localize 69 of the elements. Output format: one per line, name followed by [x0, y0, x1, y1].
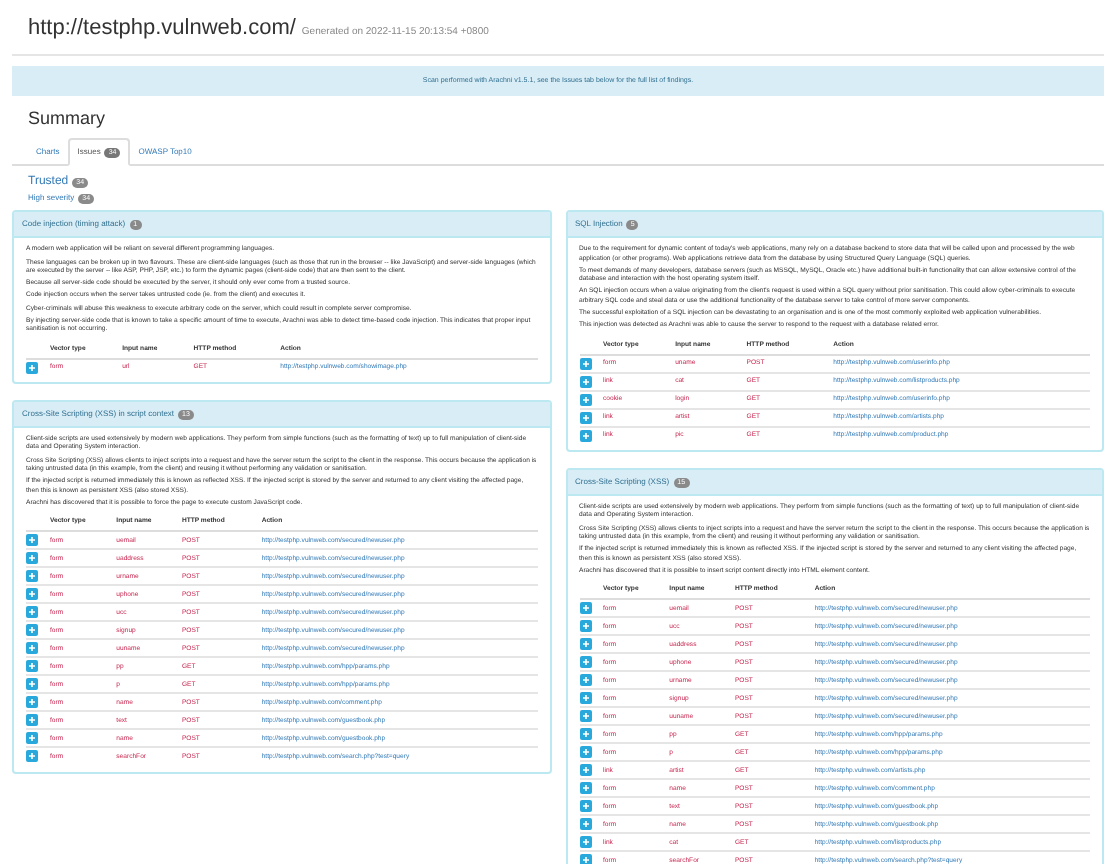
expand-button[interactable] [579, 692, 591, 705]
expand-button[interactable] [579, 638, 591, 651]
plus-icon [581, 413, 589, 422]
plus-icon [28, 716, 36, 725]
plus-icon [581, 431, 589, 440]
expand-button[interactable] [579, 620, 591, 633]
expand-button[interactable] [579, 357, 591, 370]
plus-icon [581, 395, 589, 404]
plus-icon [581, 640, 589, 649]
expand-button[interactable] [579, 782, 591, 795]
plus-icon [581, 604, 589, 613]
expand-button[interactable] [26, 534, 38, 547]
expand-button[interactable] [579, 602, 591, 615]
expand-button[interactable] [579, 656, 591, 669]
plus-icon [581, 838, 589, 847]
plus-icon [581, 802, 589, 811]
expand-button[interactable] [26, 361, 38, 374]
summary-heading: Summary [26, 105, 108, 132]
plus-icon [28, 572, 36, 581]
expand-button[interactable] [579, 746, 591, 759]
expand-button[interactable] [579, 411, 591, 424]
expand-button[interactable] [26, 696, 38, 709]
plus-icon [28, 590, 36, 599]
expand-button[interactable] [579, 710, 591, 723]
plus-icon [28, 680, 36, 689]
expand-button[interactable] [579, 854, 591, 864]
expand-button[interactable] [26, 642, 38, 655]
plus-icon [581, 784, 589, 793]
expand-button[interactable] [26, 606, 38, 619]
expand-button[interactable] [579, 764, 591, 777]
plus-icon [581, 748, 589, 757]
expand-button[interactable] [26, 714, 38, 727]
plus-icon [581, 712, 589, 721]
plus-icon [581, 658, 589, 667]
plus-icon [581, 694, 589, 703]
expand-button[interactable] [26, 732, 38, 745]
expand-button[interactable] [579, 393, 591, 406]
plus-icon [28, 734, 36, 743]
plus-icon [28, 662, 36, 671]
expand-button[interactable] [26, 678, 38, 691]
plus-icon [581, 676, 589, 685]
plus-icon [28, 626, 36, 635]
expand-button[interactable] [26, 552, 38, 565]
expand-button[interactable] [579, 375, 591, 388]
expand-button[interactable] [26, 588, 38, 601]
plus-icon [581, 730, 589, 739]
site-title: http://testphp.vulnweb.com/ [28, 14, 296, 44]
plus-icon [28, 554, 36, 563]
plus-icon [28, 644, 36, 653]
expand-button[interactable] [579, 836, 591, 849]
expand-button[interactable] [579, 800, 591, 813]
expand-button[interactable] [579, 674, 591, 687]
plus-icon [28, 536, 36, 545]
plus-icon [581, 377, 589, 386]
expand-button[interactable] [26, 750, 38, 763]
plus-icon [581, 820, 589, 829]
expand-button[interactable] [579, 429, 591, 442]
plus-icon [28, 608, 36, 617]
expand-button[interactable] [579, 818, 591, 831]
plus-icon [581, 766, 589, 775]
expand-button[interactable] [26, 624, 38, 637]
plus-icon [581, 359, 589, 368]
expand-button[interactable] [26, 660, 38, 673]
plus-icon [28, 752, 36, 761]
plus-icon [581, 622, 589, 631]
plus-icon [28, 363, 36, 372]
plus-icon [28, 698, 36, 707]
expand-button[interactable] [26, 570, 38, 583]
expand-button[interactable] [579, 728, 591, 741]
